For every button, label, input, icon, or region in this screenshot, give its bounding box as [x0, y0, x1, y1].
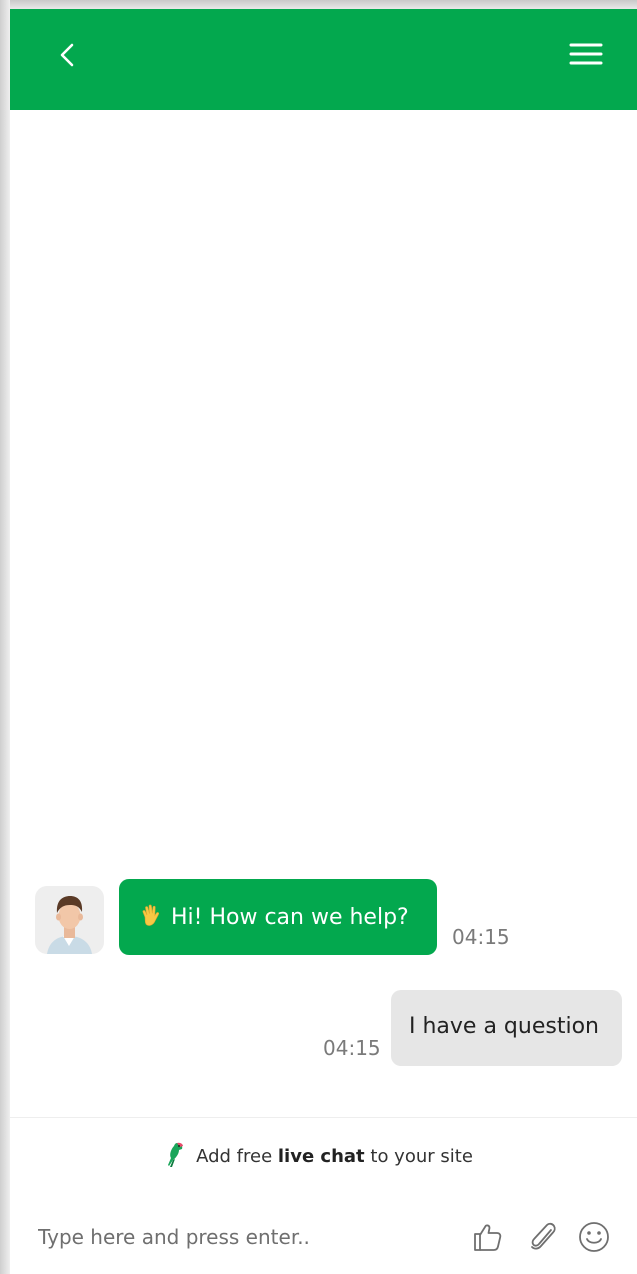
agent-avatar	[35, 886, 104, 954]
outgoing-message-bubble: I have a question	[391, 990, 622, 1066]
paperclip-icon	[531, 1222, 556, 1250]
back-button[interactable]	[48, 33, 88, 77]
agent-avatar-icon	[47, 896, 92, 954]
incoming-message-text: Hi! How can we help?	[171, 905, 409, 930]
chat-widget: Hi! How can we help? 04:15 04:15 I have …	[0, 0, 637, 1274]
chat-header	[10, 9, 637, 110]
waving-hand-icon	[142, 904, 159, 926]
incoming-message-bubble: Hi! How can we help?	[119, 879, 437, 955]
outgoing-message-text: I have a question	[409, 1014, 599, 1039]
incoming-message-time: 04:15	[452, 925, 510, 949]
parrot-icon	[168, 1142, 184, 1167]
footer-divider	[10, 1117, 637, 1118]
smiley-icon	[579, 1222, 609, 1252]
chevron-left-icon	[60, 43, 74, 67]
attach-button[interactable]	[526, 1219, 562, 1255]
frame-edge-left	[0, 0, 10, 1274]
branding-suffix: to your site	[364, 1146, 473, 1167]
branding-prefix: Add free	[196, 1146, 278, 1167]
branding-link[interactable]: Add free live chat to your site	[0, 1140, 637, 1168]
like-button[interactable]	[470, 1219, 506, 1255]
message-input[interactable]	[28, 1217, 468, 1257]
emoji-button[interactable]	[576, 1219, 612, 1255]
frame-edge-top	[0, 0, 637, 9]
menu-button[interactable]	[566, 39, 606, 71]
outgoing-message: 04:15 I have a question	[0, 990, 637, 1070]
branding-bold: live chat	[277, 1146, 365, 1167]
outgoing-message-time: 04:15	[323, 1036, 381, 1060]
hamburger-menu-icon	[569, 43, 603, 65]
composer	[10, 1205, 637, 1274]
thumbs-up-icon	[474, 1224, 502, 1251]
